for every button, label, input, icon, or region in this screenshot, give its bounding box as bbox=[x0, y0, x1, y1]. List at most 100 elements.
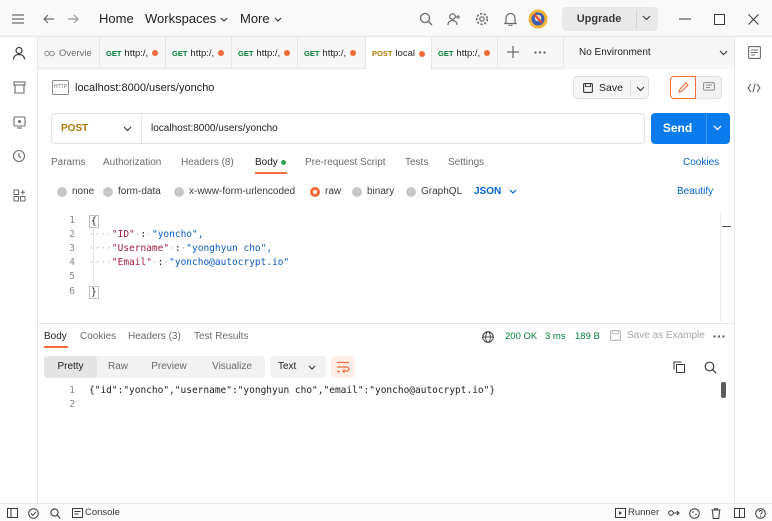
active-tab-indicator bbox=[44, 346, 68, 348]
line-number: 3 bbox=[69, 243, 75, 254]
help-icon[interactable] bbox=[754, 507, 766, 519]
response-more-ellipsis-icon[interactable] bbox=[713, 335, 725, 338]
tab-headers[interactable]: Headers (8) bbox=[181, 157, 234, 168]
response-tab-test-results[interactable]: Test Results bbox=[194, 331, 248, 342]
chevron-down-icon[interactable] bbox=[636, 86, 645, 92]
radio-graphql[interactable]: GraphQL bbox=[406, 186, 462, 197]
find-replace-icon[interactable] bbox=[49, 507, 61, 519]
console-icon[interactable] bbox=[71, 507, 83, 519]
tab-request[interactable]: GET http:/, bbox=[166, 37, 232, 69]
cookies-link[interactable]: Cookies bbox=[683, 157, 719, 168]
upgrade-button[interactable]: Upgrade bbox=[562, 7, 658, 31]
request-title[interactable]: localhost:8000/users/yoncho bbox=[75, 82, 214, 94]
comment-icon bbox=[703, 82, 715, 91]
radio-none[interactable]: none bbox=[57, 186, 94, 197]
tab-request[interactable]: GET http:/, bbox=[432, 37, 498, 69]
home-link[interactable]: Home bbox=[99, 11, 134, 26]
chevron-down-icon bbox=[719, 50, 728, 56]
toggle-sidebar-icon[interactable] bbox=[6, 507, 18, 519]
environment-quick-look-icon[interactable] bbox=[748, 46, 761, 59]
editor-scrollbar[interactable] bbox=[720, 212, 731, 322]
request-body-editor[interactable]: 1 2 3 4 5 6 { ····"ID"·:·"yoncho", ····"… bbox=[45, 212, 731, 322]
radio-urlencoded[interactable]: x-www-form-urlencoded bbox=[174, 186, 295, 197]
word-wrap-button[interactable] bbox=[331, 356, 355, 378]
runner-button[interactable]: Runner bbox=[628, 507, 659, 518]
view-preview[interactable]: Preview bbox=[139, 356, 199, 378]
tab-tests[interactable]: Tests bbox=[405, 157, 428, 168]
user-icon[interactable] bbox=[9, 43, 29, 63]
tab-method: GET bbox=[106, 48, 122, 58]
response-time[interactable]: 3 ms bbox=[545, 331, 566, 342]
back-arrow-icon[interactable] bbox=[39, 9, 59, 29]
response-tab-cookies[interactable]: Cookies bbox=[80, 331, 116, 342]
radio-binary[interactable]: binary bbox=[352, 186, 394, 197]
edit-pencil-button[interactable] bbox=[670, 76, 696, 99]
tab-authorization[interactable]: Authorization bbox=[103, 157, 161, 168]
url-input[interactable]: localhost:8000/users/yoncho bbox=[151, 123, 278, 134]
search-icon[interactable] bbox=[704, 361, 717, 374]
notification-bell-icon[interactable] bbox=[500, 9, 520, 29]
response-body-viewer[interactable]: 1 2 {"id":"yoncho","username":"yonghyun … bbox=[45, 384, 731, 424]
hamburger-menu-icon[interactable] bbox=[8, 9, 28, 29]
tab-request-active[interactable]: POST local bbox=[366, 37, 432, 70]
response-scrollbar[interactable] bbox=[721, 382, 726, 398]
view-visualize[interactable]: Visualize bbox=[199, 356, 265, 378]
beautify-link[interactable]: Beautify bbox=[677, 186, 713, 197]
pencil-icon bbox=[678, 82, 689, 93]
save-button[interactable]: Save bbox=[573, 76, 649, 99]
response-tab-body[interactable]: Body bbox=[44, 331, 67, 342]
new-tab-plus-icon[interactable] bbox=[507, 46, 519, 58]
history-icon[interactable] bbox=[9, 146, 29, 166]
proxy-icon[interactable] bbox=[668, 507, 680, 519]
method-select[interactable]: POST bbox=[61, 123, 88, 134]
tab-overview[interactable]: Overvie bbox=[38, 37, 100, 69]
code-snippet-icon[interactable] bbox=[747, 83, 761, 93]
tab-body[interactable]: Body bbox=[255, 157, 286, 168]
tab-request[interactable]: GET http:/, bbox=[298, 37, 366, 69]
tab-request[interactable]: GET http:/, bbox=[100, 37, 166, 69]
runner-icon[interactable] bbox=[614, 507, 626, 519]
close-icon[interactable] bbox=[743, 9, 763, 29]
search-icon[interactable] bbox=[416, 9, 436, 29]
settings-gear-icon[interactable] bbox=[472, 9, 492, 29]
chevron-down-icon[interactable] bbox=[123, 126, 132, 132]
tab-request[interactable]: GET http:/, bbox=[232, 37, 298, 69]
radio-form-data[interactable]: form-data bbox=[103, 186, 161, 197]
globe-icon[interactable] bbox=[482, 331, 494, 343]
trash-icon[interactable] bbox=[9, 77, 29, 97]
chevron-down-icon[interactable] bbox=[713, 125, 722, 131]
online-status-icon[interactable] bbox=[27, 507, 39, 519]
chevron-down-icon[interactable] bbox=[642, 15, 651, 21]
response-size[interactable]: 189 B bbox=[575, 331, 600, 342]
monitor-icon[interactable] bbox=[9, 112, 29, 132]
tab-prerequest-script[interactable]: Pre-request Script bbox=[305, 157, 386, 168]
pane-divider[interactable] bbox=[38, 323, 734, 324]
radio-raw[interactable]: raw bbox=[310, 186, 341, 197]
copy-icon[interactable] bbox=[673, 361, 685, 373]
body-format-select[interactable]: JSON bbox=[474, 186, 517, 197]
avatar[interactable] bbox=[528, 9, 548, 29]
save-as-example-button[interactable]: Save as Example bbox=[627, 330, 705, 341]
workspaces-menu[interactable]: Workspaces bbox=[145, 11, 228, 26]
more-tabs-ellipsis-icon[interactable] bbox=[534, 51, 546, 54]
more-menu[interactable]: More bbox=[240, 11, 282, 26]
minimize-icon[interactable] bbox=[675, 9, 695, 29]
console-button[interactable]: Console bbox=[85, 507, 120, 518]
apps-grid-icon[interactable] bbox=[9, 185, 29, 205]
response-tab-headers[interactable]: Headers (3) bbox=[128, 331, 181, 342]
view-raw[interactable]: Raw bbox=[97, 356, 139, 378]
tab-params[interactable]: Params bbox=[51, 157, 85, 168]
forward-arrow-icon[interactable] bbox=[63, 9, 83, 29]
maximize-icon[interactable] bbox=[709, 9, 729, 29]
tab-settings[interactable]: Settings bbox=[448, 157, 484, 168]
status-code[interactable]: 200 OK bbox=[505, 331, 537, 342]
view-pretty[interactable]: Pretty bbox=[44, 356, 97, 378]
trash-icon[interactable] bbox=[710, 507, 722, 519]
environment-select[interactable]: No Environment bbox=[563, 37, 734, 69]
two-pane-view-icon[interactable] bbox=[733, 507, 745, 519]
send-button[interactable]: Send bbox=[651, 113, 730, 144]
cookies-icon[interactable] bbox=[688, 507, 700, 519]
invite-user-icon[interactable] bbox=[444, 9, 464, 29]
comments-button[interactable] bbox=[696, 76, 722, 99]
response-format-select[interactable]: Text bbox=[270, 356, 326, 378]
